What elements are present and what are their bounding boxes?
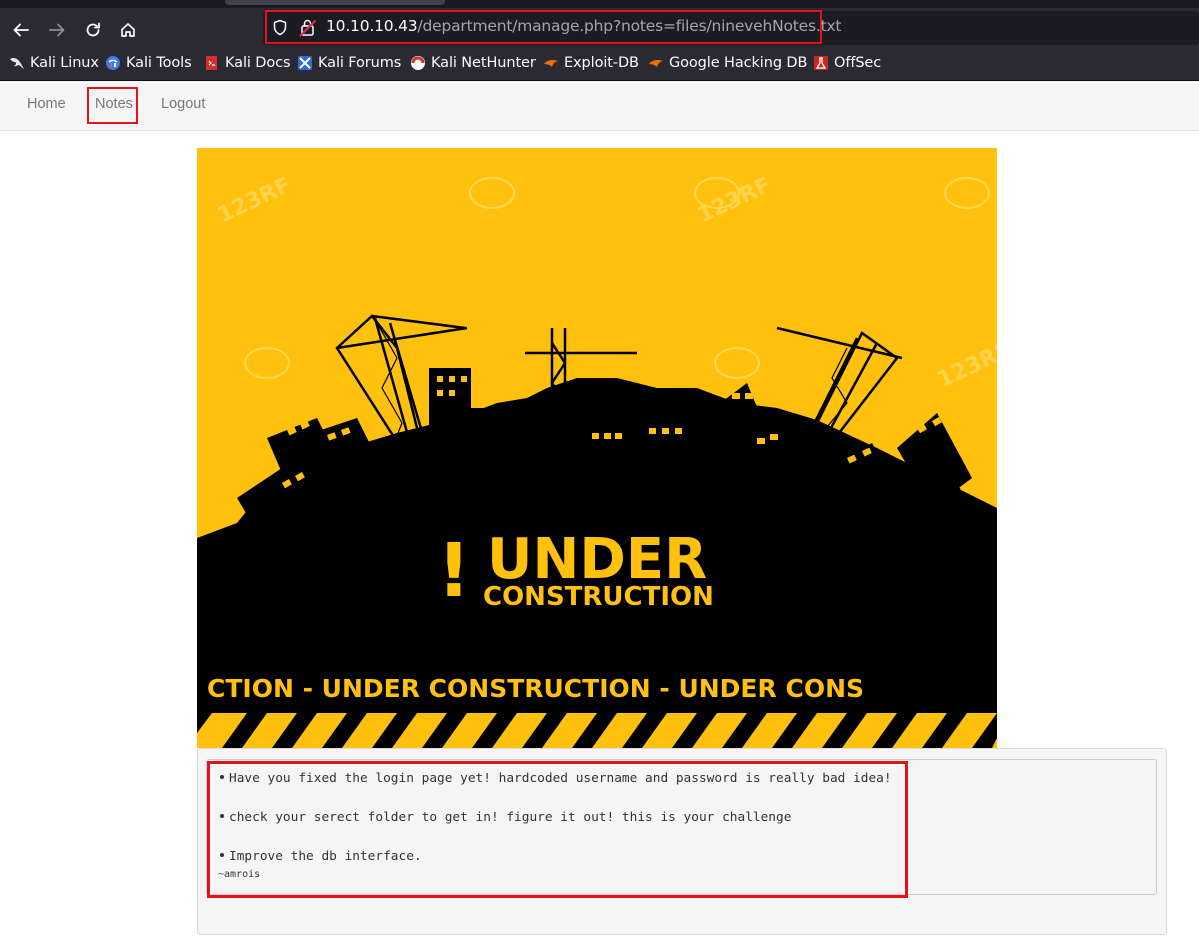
bookmark-google-hacking-db[interactable]: Google Hacking DB xyxy=(648,55,807,71)
site-navbar: Home Notes Logout xyxy=(0,81,1199,131)
reload-icon xyxy=(86,22,100,37)
home-icon xyxy=(121,23,135,37)
bookmark-exploit-db[interactable]: Exploit-DB xyxy=(543,55,639,71)
bookmark-kali-linux[interactable]: Kali Linux xyxy=(9,55,99,71)
banner-subtitle: CONSTRUCTION xyxy=(483,582,714,612)
reload-button[interactable] xyxy=(79,16,107,44)
bookmark-label: Kali Linux xyxy=(30,55,99,71)
nav-home-link[interactable]: Home xyxy=(27,96,66,112)
arrow-left-icon xyxy=(13,23,29,37)
home-button[interactable] xyxy=(114,16,142,44)
url-host: 10.10.10.43 xyxy=(326,17,418,35)
exploit-db-icon xyxy=(543,55,559,71)
offsec-icon xyxy=(813,55,829,71)
notes-highlight-box xyxy=(207,761,908,898)
ghdb-icon xyxy=(648,55,664,71)
shield-icon[interactable] xyxy=(272,19,288,36)
bookmark-label: Kali Forums xyxy=(318,55,402,71)
kali-dragon-icon xyxy=(9,55,25,71)
url-text[interactable]: 10.10.10.43/department/manage.php?notes=… xyxy=(326,17,842,35)
bookmark-offsec[interactable]: OffSec xyxy=(813,55,881,71)
banner-ribbon: CTION - UNDER CONSTRUCTION - UNDER CONS xyxy=(207,674,864,703)
tab-strip xyxy=(0,0,1199,8)
bookmark-kali-tools[interactable]: Kali Tools xyxy=(105,55,192,71)
bookmarks-toolbar: Kali Linux Kali Tools Kali Docs Kali For… xyxy=(0,50,1199,81)
under-construction-image: 123RF 123RF 123RF ! UNDER CONSTRUCTION C… xyxy=(197,148,997,748)
bookmark-kali-forums[interactable]: Kali Forums xyxy=(297,55,401,71)
bookmark-label: Kali Docs xyxy=(225,55,291,71)
bookmark-label: OffSec xyxy=(834,55,882,71)
bookmark-label: Kali Tools xyxy=(126,55,192,71)
browser-toolbar: 10.10.10.43/department/manage.php?notes=… xyxy=(0,8,1199,50)
back-button[interactable] xyxy=(7,16,35,44)
hazard-stripes xyxy=(197,713,997,748)
notes-highlight-box xyxy=(87,87,138,124)
arrow-right-icon xyxy=(49,23,65,37)
kali-nethunter-icon xyxy=(410,55,426,71)
kali-forums-icon xyxy=(297,55,313,71)
bookmark-label: Exploit-DB xyxy=(564,55,639,71)
nav-logout-link[interactable]: Logout xyxy=(161,96,205,112)
insecure-lock-icon[interactable] xyxy=(299,18,317,37)
forward-button[interactable] xyxy=(43,16,71,44)
bookmark-kali-docs[interactable]: Kali Docs xyxy=(204,55,291,71)
kali-docs-icon xyxy=(204,55,220,71)
banner-exclaim: ! xyxy=(437,528,471,614)
kali-tools-icon xyxy=(105,55,121,71)
bookmark-kali-nethunter[interactable]: Kali NetHunter xyxy=(410,55,536,71)
url-path: /department/manage.php?notes=files/ninev… xyxy=(417,17,842,35)
active-tab[interactable] xyxy=(225,0,445,5)
bookmark-label: Google Hacking DB xyxy=(669,55,808,71)
bookmark-label: Kali NetHunter xyxy=(431,55,536,71)
